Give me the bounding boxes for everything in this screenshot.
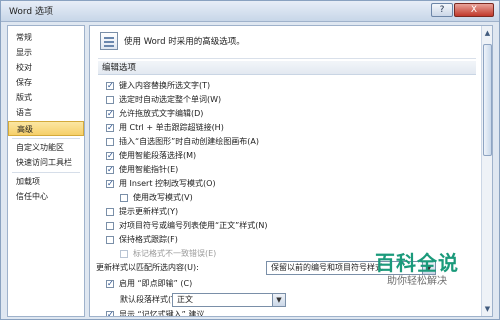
sidebar-item-save[interactable]: 保存 <box>8 75 84 90</box>
checkbox[interactable] <box>106 309 114 316</box>
checkbox[interactable] <box>106 178 114 190</box>
option-label: 选定时自动选定整个单词(W) <box>119 95 222 104</box>
checkbox[interactable] <box>106 108 114 120</box>
scrollbar-thumb[interactable] <box>483 44 492 156</box>
option-label: 标记格式不一致错误(E) <box>133 249 217 258</box>
option-label: 显示 “记忆式键入” 建议 <box>119 310 205 317</box>
checkbox[interactable] <box>106 222 114 230</box>
options-icon <box>100 32 118 50</box>
title-bar: Word 选项 ? X <box>1 1 499 22</box>
sidebar-item-trust-center[interactable]: 信任中心 <box>8 189 84 204</box>
checkbox[interactable] <box>106 164 114 176</box>
option-label: 对项目符号或编号列表使用“正文”样式(N) <box>119 221 268 230</box>
checkbox[interactable] <box>106 278 114 290</box>
sidebar-divider <box>12 172 80 173</box>
option-label: 启用 “即点即输” (C) <box>119 279 193 288</box>
default-paragraph-style-value: 正文 <box>177 295 193 304</box>
checkbox[interactable] <box>120 194 128 202</box>
checkbox[interactable] <box>106 122 114 134</box>
category-sidebar: 常规 显示 校对 保存 版式 语言 高级 自定义功能区 快速访问工具栏 加载项 … <box>7 25 85 317</box>
update-style-label: 更新样式以匹配所选内容(U): <box>96 263 199 272</box>
sidebar-item-advanced[interactable]: 高级 <box>8 121 84 136</box>
checkbox[interactable] <box>106 150 114 162</box>
checkbox[interactable] <box>106 96 114 104</box>
divider <box>98 58 476 59</box>
window-title: Word 选项 <box>9 7 53 17</box>
option-label: 提示更新样式(Y) <box>119 207 179 216</box>
watermark-title: 百科全说 <box>375 251 459 275</box>
checkbox <box>120 250 128 258</box>
sidebar-item-display[interactable]: 显示 <box>8 45 84 60</box>
vertical-scrollbar[interactable]: ▲ ▼ <box>481 26 492 316</box>
close-button[interactable]: X <box>454 3 494 17</box>
option-label: 用 Insert 控制改写模式(O) <box>119 179 216 188</box>
sidebar-item-language[interactable]: 语言 <box>8 105 84 120</box>
option-label: 保持格式跟踪(F) <box>119 235 178 244</box>
sidebar-divider <box>12 138 80 139</box>
chevron-down-icon[interactable]: ▼ <box>272 294 285 306</box>
scroll-up-icon[interactable]: ▲ <box>483 28 492 38</box>
option-label: 使用改写模式(V) <box>133 193 193 202</box>
checkbox[interactable] <box>106 208 114 216</box>
sidebar-item-general[interactable]: 常规 <box>8 30 84 45</box>
sidebar-item-proofing[interactable]: 校对 <box>8 60 84 75</box>
sidebar-item-layout[interactable]: 版式 <box>8 90 84 105</box>
help-button[interactable]: ? <box>431 3 453 17</box>
option-label: 使用智能指针(E) <box>119 165 179 174</box>
watermark-subtitle: 助你轻松解决 <box>387 276 447 287</box>
checkbox[interactable] <box>106 138 114 146</box>
checkbox[interactable] <box>106 236 114 244</box>
default-paragraph-style-dropdown[interactable]: 正文 ▼ <box>172 293 286 307</box>
option-label: 使用智能段落选择(M) <box>119 151 197 160</box>
checkbox[interactable] <box>106 80 114 92</box>
section-header-editing-options: 编辑选项 <box>98 61 476 75</box>
option-label: 插入“自选图形”时自动创建绘图画布(A) <box>119 137 260 146</box>
scroll-down-icon[interactable]: ▼ <box>483 304 492 314</box>
word-options-dialog: Word 选项 ? X 常规 显示 校对 保存 版式 语言 高级 自定义功能区 … <box>0 0 500 320</box>
sidebar-item-add-ins[interactable]: 加载项 <box>8 174 84 189</box>
option-label: 用 Ctrl + 单击跟踪超链接(H) <box>119 123 224 132</box>
sidebar-item-quick-access-toolbar[interactable]: 快速访问工具栏 <box>8 155 84 170</box>
sidebar-item-customize-ribbon[interactable]: 自定义功能区 <box>8 140 84 155</box>
option-label: 键入内容替换所选文字(T) <box>119 81 211 90</box>
option-label: 允许拖放式文字编辑(D) <box>119 109 204 118</box>
watermark: 百科全说 助你轻松解决 <box>361 251 473 301</box>
intro-text: 使用 Word 时采用的高级选项。 <box>124 37 245 47</box>
